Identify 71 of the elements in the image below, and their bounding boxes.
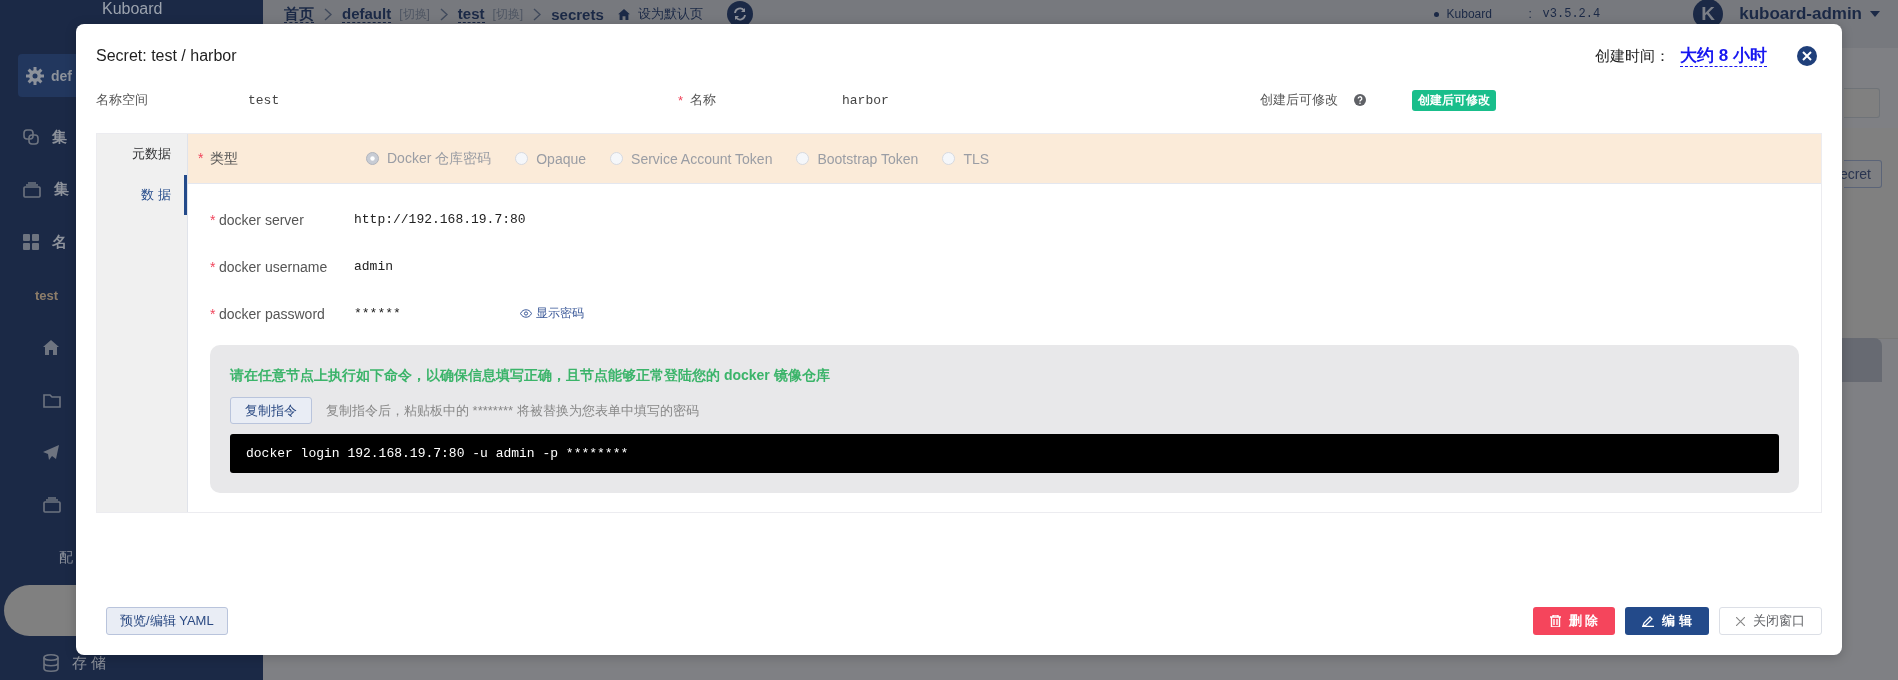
sidebar-item[interactable] [4, 585, 76, 636]
sidebar-item[interactable]: 存 储 [0, 636, 107, 680]
status-tag: 创建后可修改 [1412, 89, 1496, 111]
field-value: admin [354, 259, 393, 274]
command-instructions: 请在任意节点上执行如下命令，以确保信息填写正确，且节点能够正常登陆您的 docker 镜像仓库 [230, 366, 831, 385]
field-label: 名称 [690, 91, 716, 109]
search-field[interactable] [1844, 88, 1880, 118]
field-value: harbor [842, 92, 889, 108]
close-icon[interactable] [1797, 46, 1817, 66]
side-tab[interactable]: 元数据 [97, 134, 187, 174]
status-dot [1433, 11, 1439, 17]
copy-hint: 复制指令后，粘贴板中的 ******** 将被替换为您表单中填写的密码 [326, 401, 699, 420]
required-mark: * [210, 305, 217, 322]
edit-button[interactable]: 编 辑 [1625, 607, 1709, 635]
created-label: 创建时间： [1595, 46, 1671, 66]
version-label: Kuboard [1446, 7, 1493, 21]
separator-text: : [1528, 7, 1533, 21]
box-icon [23, 181, 41, 198]
field-label: 类型 [210, 149, 238, 168]
field-label: docker username [219, 258, 328, 275]
home-icon [43, 340, 59, 356]
user-name[interactable]: kuboard-admin [1739, 4, 1862, 24]
grid-icon [23, 234, 39, 251]
cluster-name: def [51, 67, 72, 84]
field-label: docker password [219, 305, 325, 322]
close-window-button[interactable]: 关闭窗口 [1719, 607, 1822, 635]
sidebar-item[interactable]: 集 [0, 163, 76, 217]
box-icon [43, 497, 61, 514]
yaml-button[interactable]: 预览/编辑 YAML [106, 607, 228, 635]
sidebar-item[interactable]: test [0, 268, 76, 322]
eye-icon [520, 309, 532, 318]
field-value: http://192.168.19.7:80 [354, 212, 526, 227]
chevron-icon [324, 7, 332, 21]
cluster-header[interactable]: def [18, 54, 76, 97]
set-default-link[interactable]: 设为默认页 [637, 5, 703, 23]
chevron-icon [439, 7, 448, 21]
field-label: 名称空间 [96, 91, 148, 109]
dialog-title: Secret: test / harbor [96, 47, 237, 65]
field-value: test [248, 92, 280, 108]
close-icon [1736, 616, 1745, 626]
version-value: v3.5.2.4 [1542, 7, 1601, 21]
caret-icon[interactable] [1870, 11, 1880, 17]
required-mark: * [210, 211, 217, 228]
brand-name: Kuboard [102, 0, 163, 18]
sidebar-item[interactable]: 配 [0, 531, 76, 585]
breadcrumb-link[interactable]: default [342, 5, 392, 23]
home-icon [617, 8, 630, 20]
required-mark: * [198, 149, 205, 168]
delete-button[interactable]: 删 除 [1532, 607, 1616, 635]
trash-icon [1549, 615, 1561, 627]
sidebar-item[interactable]: 集 [0, 111, 76, 164]
paper-plane-icon [43, 444, 59, 461]
pencil-icon [1642, 615, 1655, 627]
required-mark: * [210, 258, 217, 275]
gear-icon [26, 66, 44, 85]
help-icon[interactable] [1354, 94, 1366, 106]
folder-icon [43, 392, 61, 408]
chevron-icon [533, 7, 542, 21]
copy-button[interactable]: 复制指令 [230, 397, 312, 424]
breadcrumb-link[interactable]: 首页 [284, 5, 314, 23]
link-icon [23, 129, 39, 146]
field-value: ****** [354, 306, 401, 321]
breadcrumb-link[interactable]: test [457, 5, 485, 23]
show-password-link[interactable]: 显示密码 [520, 305, 584, 322]
required-mark: * [678, 92, 685, 108]
database-icon [43, 654, 59, 673]
command-code: docker login 192.168.19.7:80 -u admin -p ******** [230, 434, 1779, 473]
sidebar-item[interactable]: 名 [0, 216, 76, 269]
field-label: 创建后可修改 [1260, 91, 1338, 109]
field-label: docker server [219, 211, 304, 228]
created-time: 大约 8 小时 [1680, 45, 1767, 67]
